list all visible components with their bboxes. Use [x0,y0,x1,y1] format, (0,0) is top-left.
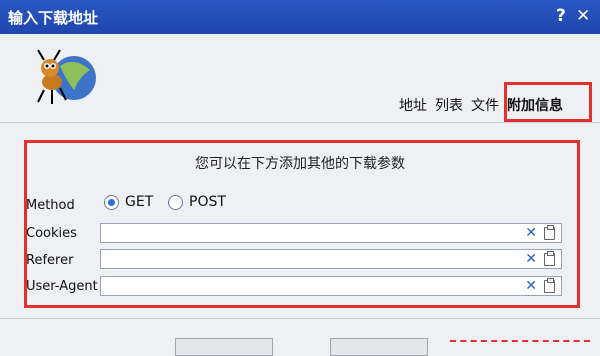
tab-list[interactable]: 列表 [431,95,467,117]
ant-logo [37,49,96,104]
cookies-label: Cookies [26,226,77,241]
tab-divider [0,122,600,123]
panel-heading: 您可以在下方添加其他的下载参数 [195,156,405,172]
radio-post[interactable]: POST [168,194,226,210]
cookies-field[interactable]: ✕ [100,223,562,243]
bottom-divider [0,318,600,319]
clipboard-icon[interactable] [544,278,555,293]
radio-post-circle[interactable] [168,194,183,210]
clear-icon[interactable]: ✕ [525,250,537,268]
method-label: Method [26,198,75,213]
tab-highlight-box [504,82,592,122]
clipboard-icon[interactable] [544,225,555,240]
referer-field[interactable]: ✕ [100,249,562,269]
referer-label: Referer [26,253,74,268]
radio-get[interactable]: GET [104,194,153,210]
user-agent-field[interactable]: ✕ [100,276,562,296]
help-button[interactable]: ? [556,6,566,26]
annotation-arrow [450,340,590,344]
radio-get-circle[interactable] [104,194,119,210]
clear-icon[interactable]: ✕ [525,277,537,295]
dialog-button-left[interactable] [175,338,273,356]
dialog-button-right[interactable] [330,338,428,356]
radio-get-label: GET [125,194,154,210]
window-title: 输入下载地址 [8,9,99,27]
clipboard-icon[interactable] [544,251,555,266]
clear-icon[interactable]: ✕ [525,224,537,242]
title-bar: 输入下载地址 ? ✕ [0,0,600,34]
user-agent-label: User-Agent [26,279,98,294]
tab-file[interactable]: 文件 [467,95,503,117]
tab-address[interactable]: 地址 [395,95,431,117]
close-button[interactable]: ✕ [576,6,590,26]
radio-post-label: POST [189,194,226,210]
